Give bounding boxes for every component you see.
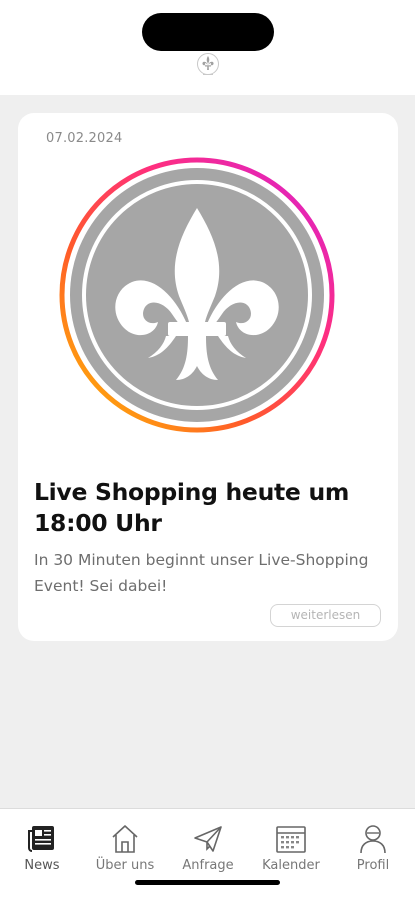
live-shopping-fleur-de-lis-icon bbox=[59, 157, 335, 433]
fleur-de-lis-logo-icon bbox=[197, 53, 219, 75]
person-icon bbox=[360, 825, 386, 854]
post-date: 07.02.2024 bbox=[46, 131, 123, 146]
tab-label: Anfrage bbox=[182, 858, 234, 873]
status-bar bbox=[0, 0, 415, 95]
read-more-button[interactable]: weiterlesen bbox=[270, 604, 381, 627]
post-title: Live Shopping heute um 18:00 Uhr bbox=[34, 478, 350, 537]
tab-label: News bbox=[24, 858, 60, 873]
tab-ueber-uns[interactable]: Über uns bbox=[84, 823, 166, 881]
house-icon bbox=[112, 825, 138, 853]
tab-kalender[interactable]: Kalender bbox=[250, 823, 332, 881]
bottom-tab-bar: News Über uns Anfrage Kalender Profil bbox=[0, 808, 415, 900]
newspaper-icon bbox=[28, 826, 54, 852]
tab-news[interactable]: News bbox=[1, 823, 83, 881]
tab-label: Kalender bbox=[262, 858, 320, 873]
tab-label: Profil bbox=[356, 858, 390, 873]
post-excerpt: In 30 Minuten beginnt unser Live-Shoppin… bbox=[34, 551, 369, 595]
home-indicator bbox=[135, 880, 280, 885]
tab-label: Über uns bbox=[95, 858, 155, 873]
paper-plane-icon bbox=[194, 826, 222, 852]
news-card[interactable]: 07.02.2024 Live Shopping heute um 18:00 … bbox=[18, 113, 398, 641]
dynamic-island bbox=[142, 13, 274, 51]
tab-anfrage[interactable]: Anfrage bbox=[167, 823, 249, 881]
tab-profil[interactable]: Profil bbox=[332, 823, 414, 881]
calendar-icon bbox=[276, 826, 306, 853]
